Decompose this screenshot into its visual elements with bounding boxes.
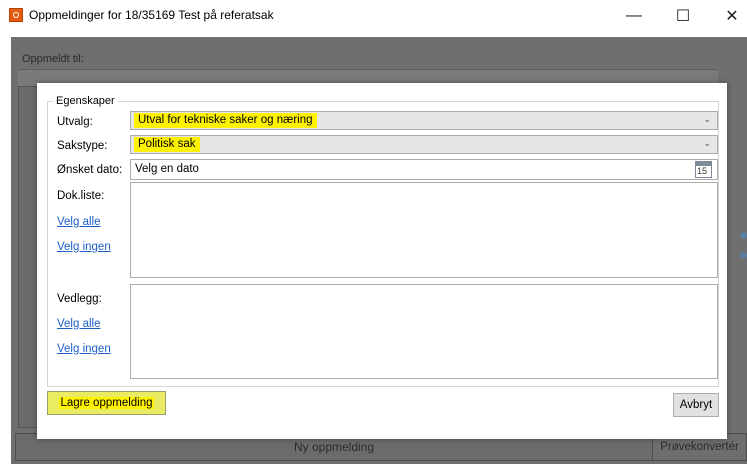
vedlegg-select-all-link[interactable]: Velg alle — [57, 318, 100, 330]
dato-label: Ønsket dato: — [57, 164, 123, 176]
window-title: Oppmeldinger for 18/35169 Test på refera… — [29, 8, 274, 22]
dokliste-label: Dok.liste: — [57, 190, 105, 202]
utvalg-combobox[interactable]: Utval for tekniske saker og næring ⌄ — [130, 111, 718, 130]
title-bar: Oppmeldinger for 18/35169 Test på refera… — [0, 0, 747, 31]
calendar-icon[interactable]: 15 — [695, 161, 712, 178]
side-indicator — [740, 232, 747, 239]
oppmeldt-til-label: Oppmeldt til: — [22, 53, 84, 65]
dokliste-listbox[interactable] — [130, 182, 718, 278]
chevron-down-icon: ⌄ — [703, 138, 711, 148]
sakstype-combobox[interactable]: Politisk sak ⌄ — [130, 135, 718, 154]
minimize-button[interactable]: — — [614, 0, 654, 31]
app-o-icon — [9, 8, 23, 22]
date-placeholder: Velg en dato — [135, 163, 199, 175]
vedlegg-listbox[interactable] — [130, 284, 718, 379]
vedlegg-label: Vedlegg: — [57, 293, 102, 305]
side-indicator — [740, 252, 747, 259]
close-button[interactable]: ✕ — [712, 0, 747, 31]
sakstype-value: Politisk sak — [134, 137, 200, 152]
sakstype-label: Sakstype: — [57, 140, 108, 152]
vedlegg-select-none-link[interactable]: Velg ingen — [57, 343, 111, 355]
save-oppmelding-button[interactable]: Lagre oppmelding — [47, 391, 166, 415]
dokliste-select-all-link[interactable]: Velg alle — [57, 216, 100, 228]
utvalg-label: Utvalg: — [57, 116, 93, 128]
save-button-label: Lagre oppmelding — [59, 397, 154, 409]
chevron-down-icon: ⌄ — [703, 114, 711, 124]
cancel-button[interactable]: Avbryt — [673, 393, 719, 417]
maximize-button[interactable]: ☐ — [663, 0, 703, 31]
group-title: Egenskaper — [53, 95, 118, 107]
dokliste-select-none-link[interactable]: Velg ingen — [57, 241, 111, 253]
utvalg-value: Utval for tekniske saker og næring — [134, 113, 317, 128]
date-picker[interactable]: Velg en dato 15 — [130, 159, 718, 180]
